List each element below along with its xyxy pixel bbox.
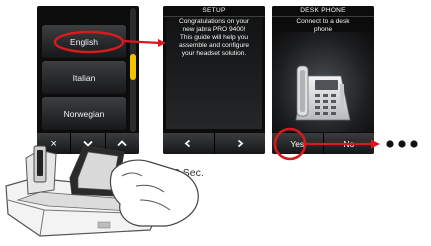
continuation-dot (398, 140, 406, 148)
yes-highlight-ring (273, 127, 307, 161)
annotation-layer (5, 30, 418, 237)
continue-arrow-head (371, 139, 380, 149)
base-station-illustration (5, 145, 199, 237)
english-highlight-ring (53, 30, 125, 54)
english-arrow-head (158, 39, 166, 47)
continuation-dot (410, 140, 418, 148)
english-arrow-line (122, 39, 161, 45)
continuation-dot (386, 140, 394, 148)
